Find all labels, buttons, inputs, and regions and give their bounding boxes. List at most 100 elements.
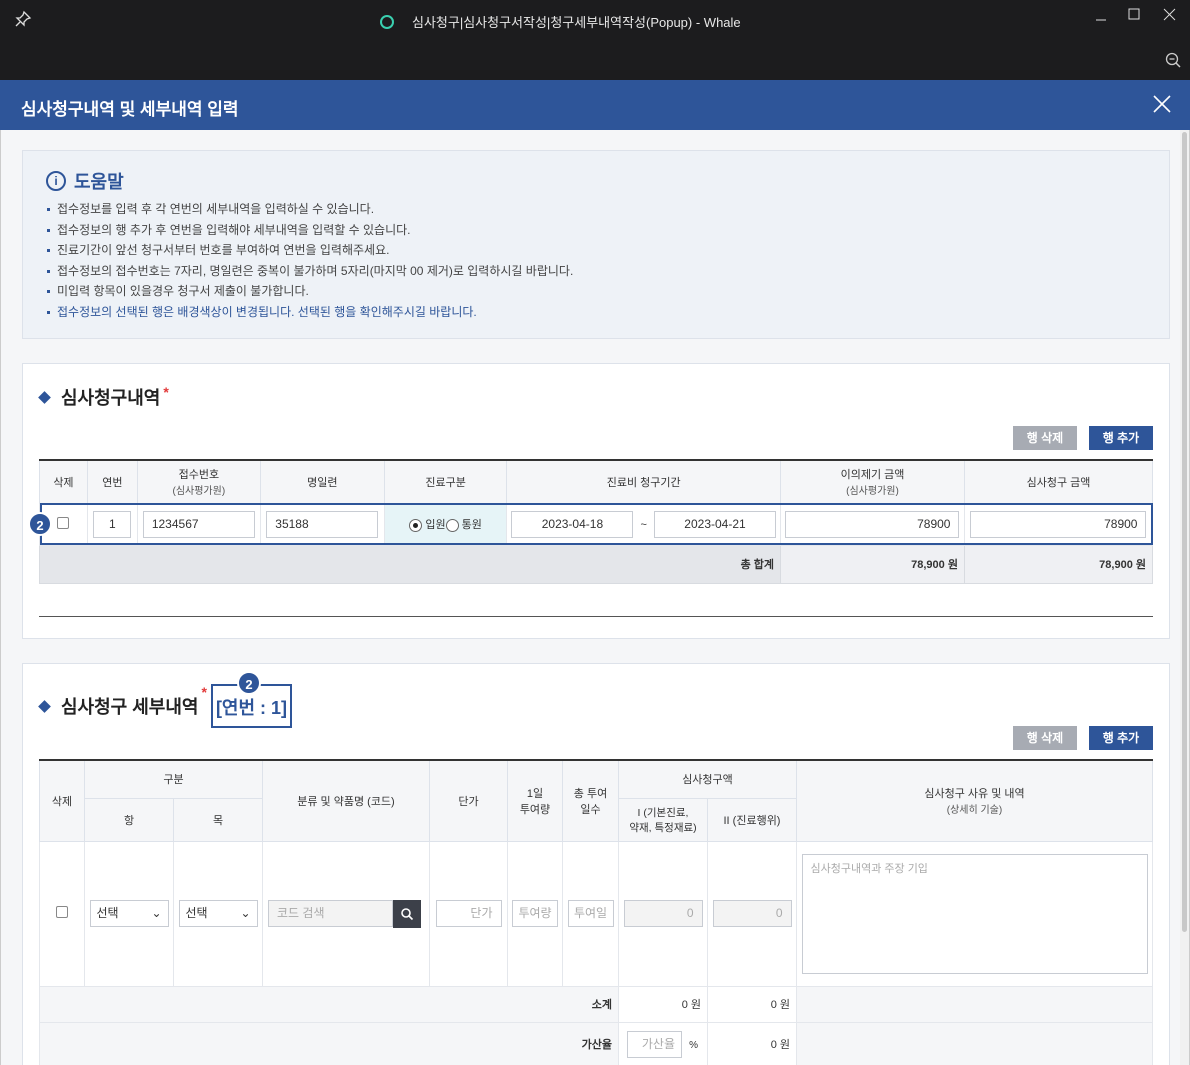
col-seq: 연번 (86, 459, 138, 504)
col-unit-price: 단가 (429, 759, 508, 842)
receipt-input[interactable]: 1234567 (142, 510, 255, 538)
subtotal-amount1: 0 원 (618, 985, 708, 1023)
col-delete: 삭제 (39, 459, 88, 504)
amount1-input: 0 (623, 900, 703, 927)
minimize-icon[interactable] (1092, 6, 1112, 26)
detail-section: 심사청구 세부내역 * 2 [연번 : 1] 행 삭제 행 추가 삭제 구분 분… (22, 663, 1170, 1065)
col-amount1: I (기본진료, 약재, 특정재료) (618, 797, 708, 842)
col-type: 진료구분 (383, 459, 508, 504)
diamond-icon (38, 699, 51, 713)
maximize-icon[interactable] (1125, 6, 1145, 26)
col-period: 진료비 청구기간 (506, 459, 781, 504)
help-item: 접수정보의 행 추가 후 연번을 입력해야 세부내역을 입력할 수 있습니다. (47, 220, 573, 241)
diamond-icon (38, 390, 51, 404)
item-select[interactable]: 선택 ⌄ (89, 900, 169, 927)
help-item: 접수정보를 입력 후 각 연번의 세부내역을 입력하실 수 있습니다. (47, 199, 573, 220)
unit-price-input[interactable]: 단가 (435, 900, 502, 927)
detail-table: 삭제 구분 분류 및 약품명 (코드) 단가 1일 투여량 총 투여 일수 심사… (39, 759, 1153, 1065)
col-drug: 분류 및 약품명 (코드) (262, 759, 430, 842)
surcharge-row: 가산율 가산율 % 0 원 (39, 1021, 1153, 1065)
scrollbar-thumb[interactable] (1182, 132, 1187, 932)
code-search-input[interactable]: 코드 검색 (268, 900, 393, 927)
browser-toolbar (0, 40, 1190, 80)
total-objection: 78,900 원 (780, 544, 965, 584)
delete-row-button[interactable]: 행 삭제 (1013, 726, 1077, 750)
claim-section: 심사청구내역 * 행 삭제 행 추가 삭제 연번 접수번호 (심사평가원) 명일련… (22, 363, 1170, 639)
search-icon (401, 907, 414, 920)
total-amount: 78,900 원 (963, 544, 1154, 584)
serial-input[interactable]: 35188 (266, 510, 379, 538)
col-delete: 삭제 (39, 759, 85, 842)
total-days-input[interactable]: 투여일 (567, 900, 614, 927)
col-amount: 심사청구 금액 (963, 459, 1154, 504)
claim-header-row: 삭제 연번 접수번호 (심사평가원) 명일련 진료구분 진료비 청구기간 이의제기… (39, 459, 1154, 504)
subtotal-row: 소계 0 원 0 원 (39, 985, 1153, 1023)
objection-amount-input[interactable]: 78900 (785, 510, 960, 538)
reason-textarea[interactable]: 심사청구내역과 주장 기입 (801, 853, 1148, 974)
annotation-badge: 2 (28, 511, 52, 536)
inpatient-radio[interactable] (409, 518, 423, 532)
chevron-down-icon: ⌄ (240, 906, 251, 920)
col-serial: 명일련 (259, 459, 385, 504)
close-icon[interactable] (1152, 94, 1172, 114)
window-close-icon[interactable] (1160, 6, 1180, 26)
care-type-radio-group: 입원 통원 (383, 502, 508, 546)
outpatient-radio[interactable] (445, 518, 459, 532)
row-checkbox[interactable] (57, 516, 70, 529)
help-item: 접수정보의 선택된 행은 배경색상이 변경됩니다. 선택된 행을 확인해주시길 … (47, 302, 573, 323)
seq-input[interactable]: 1 (93, 510, 132, 538)
col-receipt: 접수번호 (심사평가원) (136, 459, 261, 504)
col-amount2: II (진료행위) (707, 797, 797, 842)
period-start-input[interactable]: 2023-04-18 (511, 510, 634, 538)
seq-indicator: 2 [연번 : 1] (210, 671, 293, 728)
annotation-badge: 2 (236, 671, 261, 695)
surcharge-input[interactable]: 가산율 (627, 1030, 682, 1058)
whale-logo-icon (380, 14, 394, 29)
subtotal-amount2: 0 원 (707, 985, 797, 1023)
help-item: 접수정보의 접수번호는 7자리, 명일련은 중복이 불가하며 5자리(마지막 0… (47, 261, 573, 282)
detail-row: 선택 ⌄ 선택 ⌄ 코드 검색 단가 투여량 투여일 0 0 심사청구내역과 주장 … (39, 840, 1153, 987)
divider (39, 616, 1153, 617)
add-row-button[interactable]: 행 추가 (1089, 726, 1153, 750)
total-label: 총 합계 (39, 544, 781, 584)
col-item: 항 (84, 797, 174, 842)
add-row-button[interactable]: 행 추가 (1089, 426, 1153, 450)
help-list: 접수정보를 입력 후 각 연번의 세부내역을 입력하실 수 있습니다. 접수정보… (47, 199, 573, 323)
zoom-out-icon[interactable] (1164, 51, 1182, 69)
sub-select[interactable]: 선택 ⌄ (178, 900, 258, 927)
claim-total-row: 총 합계 78,900 원 78,900 원 (39, 544, 1154, 584)
help-title: i 도움말 (46, 168, 124, 194)
claim-table: 삭제 연번 접수번호 (심사평가원) 명일련 진료구분 진료비 청구기간 이의제기… (28, 459, 1154, 584)
claim-amount-input[interactable]: 78900 (970, 510, 1147, 538)
detail-section-title: 심사청구 세부내역 * 2 [연번 : 1] (38, 671, 293, 728)
pin-icon[interactable] (14, 10, 32, 28)
window-title: 심사청구|심사청구서작성|청구세부내역작성(Popup) - Whale (380, 12, 741, 31)
col-daily-dose: 1일 투여량 (507, 759, 563, 842)
help-item: 진료기간이 앞선 청구서부터 번호를 부여하여 연번을 입력해주세요. (47, 240, 573, 261)
subtotal-label: 소계 (39, 985, 619, 1023)
surcharge-amount2: 0 원 (707, 1021, 797, 1065)
surcharge-label: 가산율 (39, 1021, 619, 1065)
col-reason: 심사청구 사유 및 내역 (상세히 기술) (796, 759, 1153, 842)
col-claim-amount: 심사청구액 (618, 759, 797, 799)
col-total-days: 총 투여 일수 (562, 759, 619, 842)
daily-dose-input[interactable]: 투여량 (512, 900, 558, 927)
col-objection: 이의제기 금액 (심사평가원) (780, 459, 965, 504)
popup-header: 심사청구내역 및 세부내역 입력 (0, 80, 1190, 130)
claim-section-title: 심사청구내역 * (38, 384, 169, 410)
col-category: 구분 (84, 759, 263, 799)
popup-content: i 도움말 접수정보를 입력 후 각 연번의 세부내역을 입력하실 수 있습니다… (0, 130, 1190, 1065)
delete-row-button[interactable]: 행 삭제 (1013, 426, 1077, 450)
row-checkbox[interactable] (56, 906, 68, 918)
info-icon: i (46, 171, 66, 191)
chevron-down-icon: ⌄ (151, 906, 162, 920)
claim-row-selected[interactable]: 2 1 1234567 35188 입원 통원 2023-04-18 ~ 202… (28, 502, 1154, 546)
scrollbar[interactable] (1180, 130, 1189, 1065)
window-titlebar: 심사청구|심사청구서작성|청구세부내역작성(Popup) - Whale (0, 0, 1190, 40)
help-box: i 도움말 접수정보를 입력 후 각 연번의 세부내역을 입력하실 수 있습니다… (22, 150, 1170, 339)
col-sub: 목 (173, 797, 263, 842)
popup-title: 심사청구내역 및 세부내역 입력 (21, 100, 239, 119)
help-item: 미입력 항목이 있을경우 청구서 제출이 불가합니다. (47, 281, 573, 302)
period-end-input[interactable]: 2023-04-21 (654, 510, 776, 538)
search-button[interactable] (393, 899, 421, 928)
